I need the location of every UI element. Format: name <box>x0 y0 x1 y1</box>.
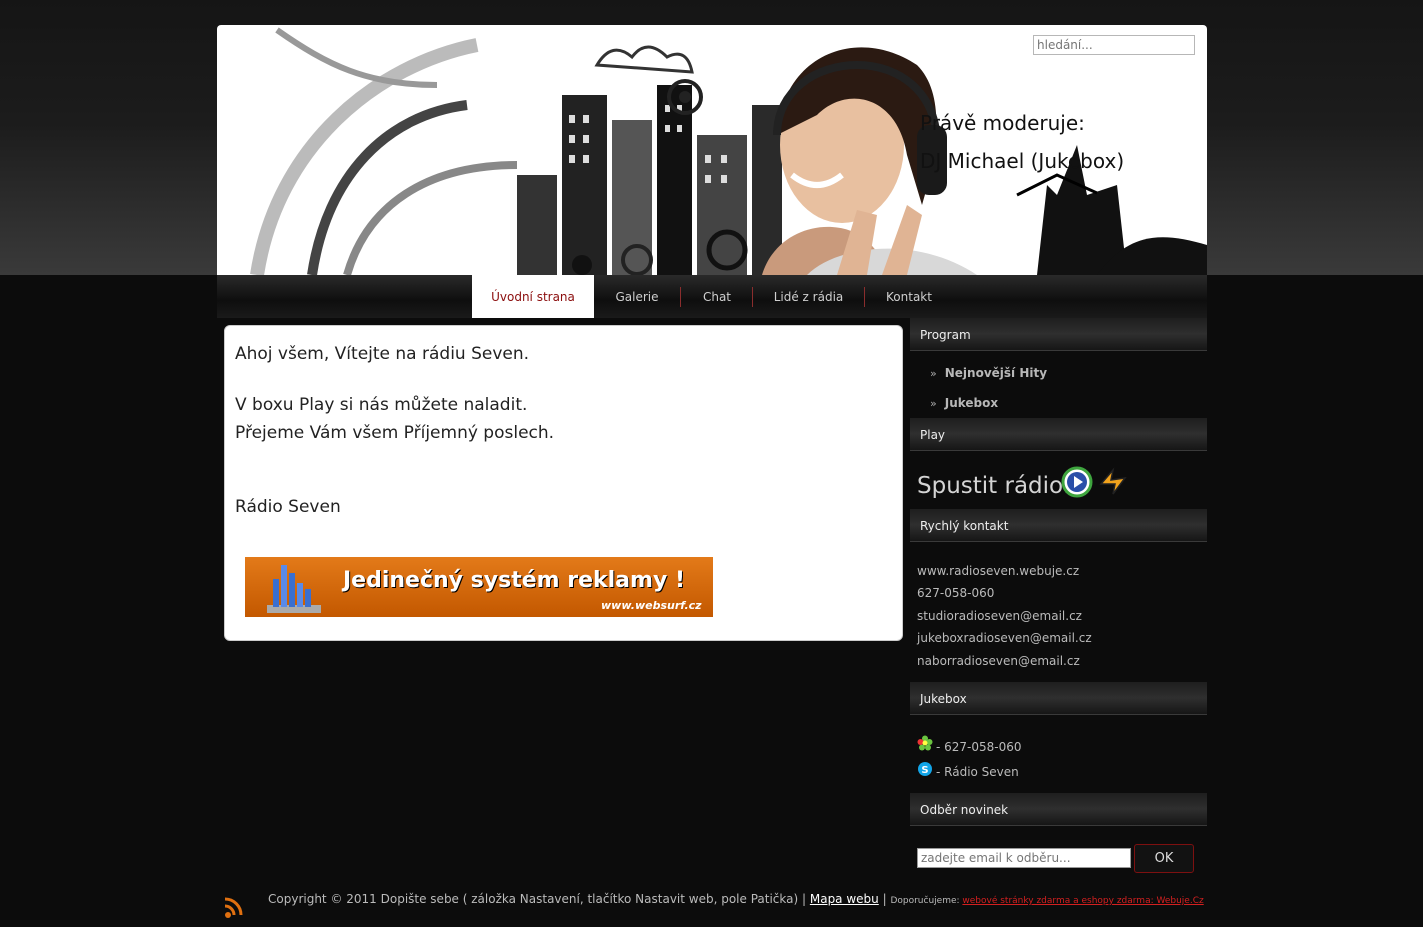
menu-item-gallery[interactable]: Galerie <box>594 275 680 318</box>
contact-email-jukebox: jukeboxradioseven@email.cz <box>917 631 1092 645</box>
footer-sitemap-link[interactable]: Mapa webu <box>810 892 879 906</box>
icq-flower-icon <box>917 735 933 751</box>
footer-promo-link[interactable]: webové stránky zdarma a eshopy zdarma: W… <box>962 896 1203 906</box>
media-player-icon[interactable] <box>1061 466 1093 498</box>
banner-url: www.websurf.cz <box>601 599 702 612</box>
play-label: Spustit rádio: <box>917 473 1071 499</box>
search-input[interactable] <box>1033 35 1195 55</box>
now-hosting-dj: DJ Michael (Jukebox) <box>920 149 1125 173</box>
ad-banner[interactable]: Jedinečný systém reklamy ! www.websurf.c… <box>245 557 713 617</box>
greeting-text: Ahoj všem, Vítejte na rádiu Seven. <box>235 344 530 364</box>
now-hosting-title: Právě moderuje: <box>920 111 1085 135</box>
jukebox-heading: Jukebox <box>910 682 1207 715</box>
contact-email-studio: studioradioseven@email.cz <box>917 609 1082 623</box>
contact-email-nabor: naborradioseven@email.cz <box>917 654 1080 668</box>
newsletter-heading: Odběr novinek <box>910 793 1207 826</box>
footer: Copyright © 2011 Dopište sebe ( záložka … <box>268 892 1208 906</box>
skype-icon: S <box>918 762 932 776</box>
jukebox-skype: - Rádio Seven <box>936 765 1019 779</box>
content-line: V boxu Play si nás můžete naladit. <box>235 395 528 415</box>
newsletter-ok-button[interactable]: OK <box>1134 844 1194 873</box>
main-menu: Úvodní strana Galerie Chat Lidé z rádia … <box>217 275 1207 318</box>
footer-separator: | <box>878 892 891 906</box>
double-arrow-icon: » <box>930 397 937 410</box>
double-arrow-icon: » <box>930 367 937 380</box>
sidebar-link-jukebox[interactable]: » Jukebox <box>930 396 998 410</box>
signature-text: Rádio Seven <box>235 497 341 517</box>
bar-chart-icon <box>267 565 321 613</box>
sidebar-link-label: Nejnovější Hity <box>944 366 1048 380</box>
footer-copyright: Copyright © 2011 Dopište sebe ( záložka … <box>268 892 810 906</box>
footer-recommend-label: Doporučujeme: <box>890 896 963 906</box>
menu-item-contact[interactable]: Kontakt <box>865 275 953 318</box>
contact-phone: 627-058-060 <box>917 586 995 600</box>
sidebar-link-label: Jukebox <box>944 396 999 410</box>
jukebox-icq: - 627-058-060 <box>936 740 1022 754</box>
contact-website: www.radioseven.webuje.cz <box>917 564 1080 578</box>
menu-item-people[interactable]: Lidé z rádia <box>753 275 864 318</box>
play-heading: Play <box>910 418 1207 451</box>
sidebar-link-newest-hits[interactable]: » Nejnovější Hity <box>930 366 1047 380</box>
header-banner: Právě moderuje: DJ Michael (Jukebox) <box>217 25 1207 275</box>
menu-item-home[interactable]: Úvodní strana <box>472 275 594 318</box>
program-heading: Program <box>910 318 1207 351</box>
rss-icon[interactable] <box>224 893 244 921</box>
page-wrapper: Právě moderuje: DJ Michael (Jukebox) Úvo… <box>217 0 1207 927</box>
newsletter-email-input[interactable] <box>917 848 1131 868</box>
main-content-box: Ahoj všem, Vítejte na rádiu Seven. V box… <box>224 325 903 641</box>
banner-headline: Jedinečný systém reklamy ! <box>343 568 685 593</box>
menu-item-chat[interactable]: Chat <box>681 275 753 318</box>
quick-contact-heading: Rychlý kontakt <box>910 509 1207 542</box>
winamp-icon[interactable] <box>1097 466 1129 498</box>
content-line: Přejeme Vám všem Příjemný poslech. <box>235 423 555 443</box>
svg-text:S: S <box>921 765 928 776</box>
